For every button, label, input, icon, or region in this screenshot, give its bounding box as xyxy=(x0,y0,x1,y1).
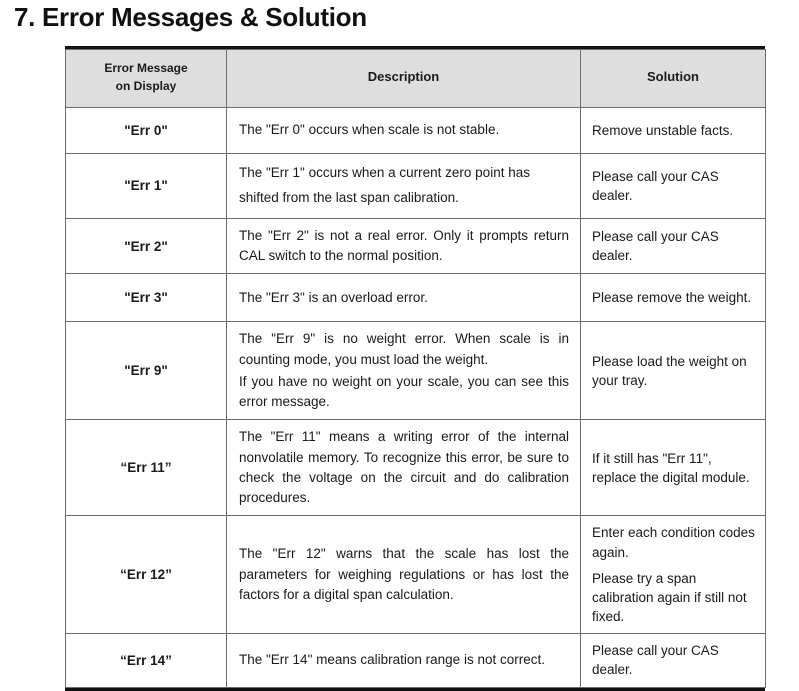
error-messages-table-wrapper: Error Message on Display Description Sol… xyxy=(65,46,766,691)
solution-cell: Enter each condition codes again. Please… xyxy=(580,515,766,635)
solution-paragraph: Please load the weight on your tray. xyxy=(592,353,747,388)
column-header-error-message-line2: on Display xyxy=(115,78,177,93)
solution-paragraph: Please call your CAS dealer. xyxy=(592,229,719,264)
table-row: "Err 3" The "Err 3" is an overload error… xyxy=(65,273,766,323)
table-body: "Err 0" The "Err 0" occurs when scale is… xyxy=(65,107,766,688)
table-row: “Err 14” The "Err 14" means calibration … xyxy=(65,633,766,688)
table-header-row: Error Message on Display Description Sol… xyxy=(65,49,766,108)
solution-paragraph: Remove unstable facts. xyxy=(592,122,734,138)
table-row: “Err 12” The "Err 12" warns that the sca… xyxy=(65,515,766,635)
table-row: "Err 9" The "Err 9" is no weight error. … xyxy=(65,321,766,421)
description-paragraph: The "Err 3" is an overload error. xyxy=(239,289,428,305)
solution-cell: Please call your CAS dealer. xyxy=(580,153,766,219)
description-cell: The "Err 14" means calibration range is … xyxy=(226,633,581,688)
error-code-cell: "Err 3" xyxy=(65,273,227,323)
description-cell: The "Err 0" occurs when scale is not sta… xyxy=(226,107,581,154)
solution-paragraph: Please remove the weight. xyxy=(592,290,752,306)
solution-cell: Remove unstable facts. xyxy=(580,107,766,154)
error-code-cell: "Err 2" xyxy=(65,217,227,275)
description-cell: The "Err 9" is no weight error. When sca… xyxy=(226,321,581,421)
table-row: "Err 2" The "Err 2" is not a real error.… xyxy=(65,217,766,275)
column-header-error-message-line1: Error Message xyxy=(104,61,188,76)
solution-cell: Please call your CAS dealer. xyxy=(580,217,766,275)
description-paragraph: The "Err 2" is not a real error. Only it… xyxy=(239,227,569,264)
description-cell: The "Err 1" occurs when a current zero p… xyxy=(226,153,581,219)
table-row: “Err 11” The "Err 11" means a writing er… xyxy=(65,419,766,517)
column-header-error-message: Error Message on Display xyxy=(65,49,227,108)
solution-cell: Please load the weight on your tray. xyxy=(580,321,766,421)
table-row: "Err 0" The "Err 0" occurs when scale is… xyxy=(65,107,766,154)
description-paragraph: The "Err 14" means calibration range is … xyxy=(239,652,545,668)
solution-cell: Please call your CAS dealer. xyxy=(580,633,766,688)
description-cell: The "Err 11" means a writing error of th… xyxy=(226,419,581,517)
column-header-description: Description xyxy=(226,49,581,108)
table-row: "Err 1" The "Err 1" occurs when a curren… xyxy=(65,153,766,219)
error-code-cell: "Err 1" xyxy=(65,153,227,219)
column-header-solution: Solution xyxy=(580,49,766,108)
document-page: 7. Error Messages & Solution Error Messa… xyxy=(0,0,799,691)
error-messages-table: Error Message on Display Description Sol… xyxy=(65,49,766,688)
description-cell: The "Err 3" is an overload error. xyxy=(226,273,581,323)
error-code-cell: "Err 9" xyxy=(65,321,227,421)
table-header: Error Message on Display Description Sol… xyxy=(65,49,766,108)
description-paragraph: The "Err 12" warns that the scale has lo… xyxy=(239,546,569,602)
description-paragraph: The "Err 0" occurs when scale is not sta… xyxy=(239,122,500,138)
error-code-cell: “Err 14” xyxy=(65,633,227,688)
solution-paragraph: Please call your CAS dealer. xyxy=(592,168,719,203)
solution-paragraph: Please try a span calibration again if s… xyxy=(592,570,747,625)
error-code-cell: “Err 11” xyxy=(65,419,227,517)
solution-cell: Please remove the weight. xyxy=(580,273,766,323)
description-paragraph: The "Err 1" occurs when a current zero p… xyxy=(239,165,530,205)
solution-paragraph: If it still has "Err 11", replace the di… xyxy=(592,450,750,485)
solution-paragraph: Enter each condition codes again. xyxy=(592,525,755,560)
description-paragraph: If you have no weight on your scale, you… xyxy=(239,373,569,410)
page-title: 7. Error Messages & Solution xyxy=(14,2,367,32)
solution-cell: If it still has "Err 11", replace the di… xyxy=(580,419,766,517)
solution-paragraph: Please call your CAS dealer. xyxy=(592,643,719,678)
description-paragraph: The "Err 9" is no weight error. When sca… xyxy=(239,331,569,367)
description-cell: The "Err 2" is not a real error. Only it… xyxy=(226,217,581,275)
description-paragraph: The "Err 11" means a writing error of th… xyxy=(239,429,569,506)
description-cell: The "Err 12" warns that the scale has lo… xyxy=(226,515,581,635)
error-code-cell: “Err 12” xyxy=(65,515,227,635)
error-code-cell: "Err 0" xyxy=(65,107,227,154)
